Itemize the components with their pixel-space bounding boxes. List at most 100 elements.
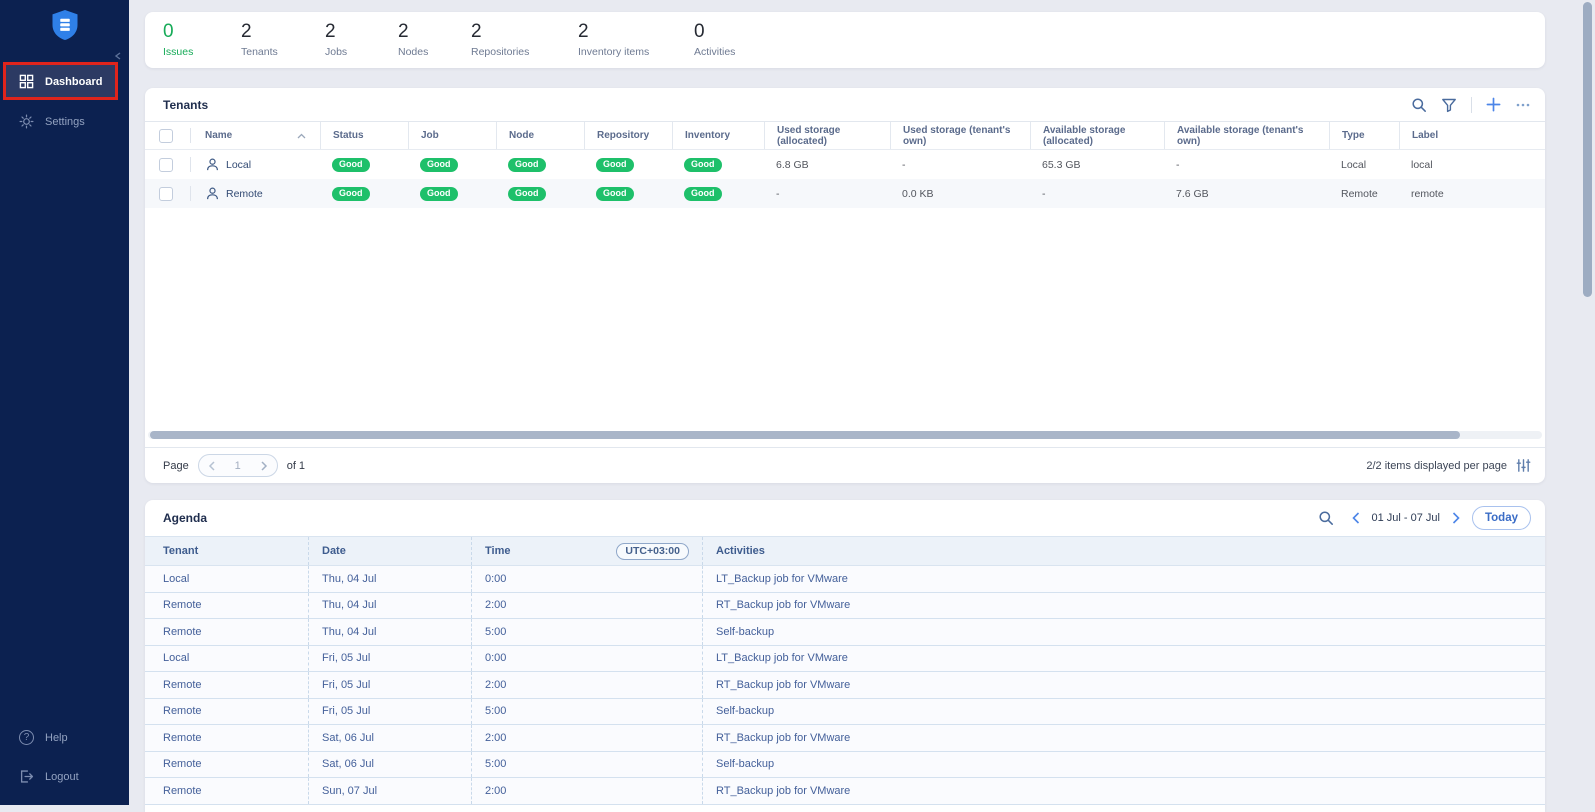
agenda-date: Fri, 05 Jul bbox=[322, 679, 370, 691]
tenants-panel-header: Tenants bbox=[145, 88, 1545, 122]
agenda-row[interactable]: Remote Thu, 04 Jul 5:00 Self-backup bbox=[145, 619, 1545, 646]
date-range-label: 01 Jul - 07 Jul bbox=[1372, 512, 1440, 524]
available-storage-allocated-value: 65.3 GB bbox=[1042, 159, 1081, 171]
inventory-status-badge: Good bbox=[684, 187, 722, 201]
column-header-node[interactable]: Node bbox=[496, 122, 584, 149]
column-header-type[interactable]: Type bbox=[1329, 122, 1399, 149]
help-icon: ? bbox=[19, 730, 34, 745]
tenants-panel-title: Tenants bbox=[163, 98, 208, 112]
current-page-input[interactable]: 1 bbox=[235, 460, 241, 472]
select-row-checkbox[interactable] bbox=[159, 187, 173, 201]
select-row-checkbox[interactable] bbox=[159, 158, 173, 172]
sidebar-item-dashboard[interactable]: Dashboard bbox=[6, 65, 118, 98]
agenda-row[interactable]: Remote Thu, 04 Jul 2:00 RT_Backup job fo… bbox=[145, 593, 1545, 620]
filter-funnel-icon bbox=[1441, 97, 1457, 113]
stat-label: Tenants bbox=[241, 46, 325, 58]
app-logo[interactable] bbox=[0, 8, 129, 42]
page-label: Page bbox=[163, 460, 189, 472]
repository-status-badge: Good bbox=[596, 158, 634, 172]
agenda-time: 2:00 bbox=[485, 599, 506, 611]
stat-label: Nodes bbox=[398, 46, 471, 58]
search-icon bbox=[1318, 510, 1334, 526]
column-header-time[interactable]: Time UTC+03:00 bbox=[471, 537, 702, 565]
agenda-row[interactable]: Remote Sun, 07 Jul 2:00 RT_Backup job fo… bbox=[145, 778, 1545, 805]
stat-inventory-items[interactable]: 2 Inventory items bbox=[578, 22, 694, 58]
stat-activities[interactable]: 0 Activities bbox=[694, 22, 735, 58]
stat-label: Inventory items bbox=[578, 46, 694, 58]
agenda-time: 5:00 bbox=[485, 758, 506, 770]
used-storage-allocated-value: 6.8 GB bbox=[776, 159, 809, 171]
agenda-date: Sat, 06 Jul bbox=[322, 732, 374, 744]
table-horizontal-scrollbar[interactable] bbox=[150, 431, 1460, 439]
page-vertical-scrollbar[interactable] bbox=[1583, 2, 1592, 297]
agenda-activity: RT_Backup job for VMware bbox=[716, 732, 850, 744]
utc-offset-badge[interactable]: UTC+03:00 bbox=[616, 543, 689, 560]
agenda-row[interactable]: Remote Fri, 05 Jul 5:00 Self-backup bbox=[145, 699, 1545, 726]
filter-button[interactable] bbox=[1441, 97, 1457, 113]
column-header-name[interactable]: Name bbox=[191, 122, 320, 149]
agenda-time: 2:00 bbox=[485, 785, 506, 797]
repository-status-badge: Good bbox=[596, 187, 634, 201]
column-header-available-own[interactable]: Available storage (tenant's own) bbox=[1164, 122, 1329, 149]
stat-repositories[interactable]: 2 Repositories bbox=[471, 22, 578, 58]
stat-value: 2 bbox=[241, 22, 325, 41]
next-week-icon[interactable] bbox=[1452, 512, 1460, 524]
stat-value: 2 bbox=[325, 22, 398, 41]
agenda-activity: RT_Backup job for VMware bbox=[716, 785, 850, 797]
column-header-label[interactable]: Label bbox=[1399, 122, 1545, 149]
stat-label: Issues bbox=[163, 46, 241, 58]
sidebar: Dashboard Settings ? Help Logout bbox=[0, 0, 129, 805]
sidebar-item-help[interactable]: ? Help bbox=[0, 721, 118, 754]
agenda-activity: LT_Backup job for VMware bbox=[716, 573, 848, 585]
available-storage-allocated-value: - bbox=[1042, 188, 1046, 200]
column-header-used-own[interactable]: Used storage (tenant's own) bbox=[890, 122, 1030, 149]
tenant-row-remote[interactable]: Remote Good Good Good Good Good - 0.0 KB… bbox=[145, 179, 1545, 208]
sidebar-collapse-icon[interactable] bbox=[114, 52, 122, 60]
tenant-row-local[interactable]: Local Good Good Good Good Good 6.8 GB - … bbox=[145, 150, 1545, 179]
agenda-row[interactable]: Remote Sat, 06 Jul 2:00 RT_Backup job fo… bbox=[145, 725, 1545, 752]
agenda-row[interactable]: Remote Fri, 05 Jul 2:00 RT_Backup job fo… bbox=[145, 672, 1545, 699]
column-header-activities[interactable]: Activities bbox=[702, 537, 1545, 565]
stat-nodes[interactable]: 2 Nodes bbox=[398, 22, 471, 58]
inventory-status-badge: Good bbox=[684, 158, 722, 172]
display-settings-icon[interactable] bbox=[1516, 458, 1531, 473]
agenda-row[interactable]: Local Thu, 04 Jul 0:00 LT_Backup job for… bbox=[145, 566, 1545, 593]
stat-tenants[interactable]: 2 Tenants bbox=[241, 22, 325, 58]
sidebar-item-logout[interactable]: Logout bbox=[0, 760, 118, 793]
today-button[interactable]: Today bbox=[1472, 506, 1531, 530]
previous-page-icon[interactable] bbox=[208, 461, 216, 471]
previous-week-icon[interactable] bbox=[1352, 512, 1360, 524]
used-storage-allocated-value: - bbox=[776, 188, 780, 200]
column-header-repository[interactable]: Repository bbox=[584, 122, 672, 149]
column-header-job[interactable]: Job bbox=[408, 122, 496, 149]
select-all-checkbox[interactable] bbox=[159, 129, 173, 143]
agenda-search-button[interactable] bbox=[1318, 510, 1334, 526]
sidebar-item-settings[interactable]: Settings bbox=[0, 105, 118, 138]
column-header-date[interactable]: Date bbox=[308, 537, 471, 565]
search-button[interactable] bbox=[1411, 97, 1427, 113]
column-header-tenant[interactable]: Tenant bbox=[145, 537, 308, 565]
used-storage-own-value: - bbox=[902, 159, 906, 171]
column-header-available-allocated[interactable]: Available storage (allocated) bbox=[1030, 122, 1164, 149]
used-storage-own-value: 0.0 KB bbox=[902, 188, 934, 200]
stat-label: Repositories bbox=[471, 46, 578, 58]
agenda-tenant: Remote bbox=[163, 705, 202, 717]
agenda-panel-header: Agenda 01 Jul - 07 Jul Today bbox=[145, 500, 1545, 536]
agenda-row[interactable]: Local Fri, 05 Jul 0:00 LT_Backup job for… bbox=[145, 646, 1545, 673]
column-header-used-allocated[interactable]: Used storage (allocated) bbox=[764, 122, 890, 149]
agenda-tenant: Local bbox=[163, 652, 189, 664]
next-page-icon[interactable] bbox=[260, 461, 268, 471]
job-status-badge: Good bbox=[420, 158, 458, 172]
stat-issues[interactable]: 0 Issues bbox=[163, 22, 241, 58]
agenda-row[interactable]: Remote Sat, 06 Jul 5:00 Self-backup bbox=[145, 752, 1545, 779]
more-actions-button[interactable] bbox=[1515, 97, 1531, 113]
tenant-label: remote bbox=[1411, 188, 1444, 200]
add-tenant-button[interactable] bbox=[1486, 97, 1501, 112]
agenda-date: Fri, 05 Jul bbox=[322, 705, 370, 717]
tenant-name: Remote bbox=[226, 188, 263, 200]
stat-jobs[interactable]: 2 Jobs bbox=[325, 22, 398, 58]
column-header-status[interactable]: Status bbox=[320, 122, 408, 149]
column-header-inventory[interactable]: Inventory bbox=[672, 122, 764, 149]
agenda-tenant: Remote bbox=[163, 758, 202, 770]
agenda-activity: LT_Backup job for VMware bbox=[716, 652, 848, 664]
